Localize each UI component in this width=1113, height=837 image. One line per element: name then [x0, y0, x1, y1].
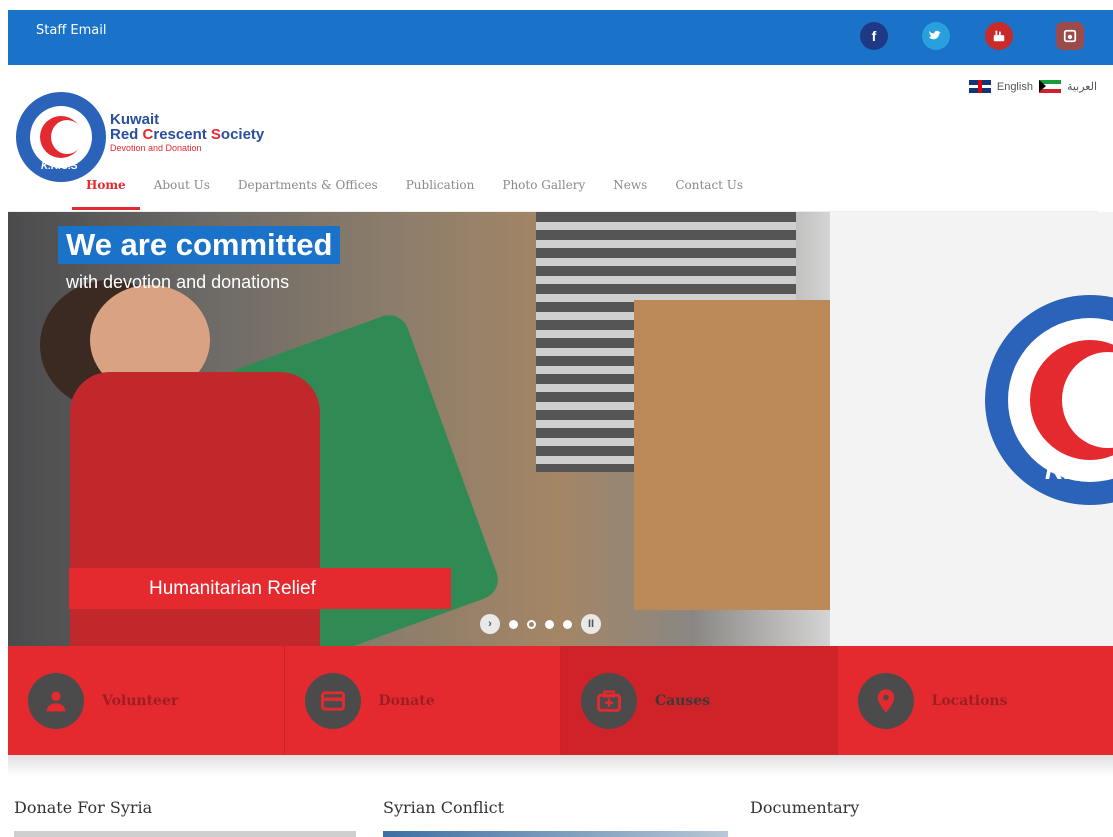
feature-causes[interactable]: Causes [561, 646, 838, 755]
kuwait-flag-icon[interactable] [1038, 80, 1061, 93]
feature-locations-label: Locations [931, 692, 1008, 709]
hero-title: We are committed [58, 226, 341, 264]
top-bar: Staff Email f [8, 10, 1113, 65]
logo-inner [30, 106, 92, 168]
nav-home[interactable]: Home [72, 176, 140, 212]
feature-donate[interactable]: Donate [285, 646, 561, 755]
nav-about-us[interactable]: About Us [140, 176, 224, 212]
slider-controls: › II [480, 614, 601, 634]
youtube-icon[interactable] [985, 22, 1013, 50]
staff-email-link[interactable]: Staff Email [36, 23, 106, 38]
section-syrian-conflict[interactable]: Syrian Conflict [383, 798, 504, 817]
hero-caption-badge[interactable]: Humanitarian Relief [69, 568, 451, 609]
language-switcher: English العربية [968, 80, 1097, 93]
feature-locations[interactable]: Locations [838, 646, 1113, 755]
feature-volunteer-label: Volunteer [102, 692, 179, 709]
logo-line-2: Red Crescent Society [110, 126, 265, 143]
feature-volunteer[interactable]: Volunteer [8, 646, 285, 755]
nav-photo-gallery[interactable]: Photo Gallery [488, 176, 599, 212]
hero-crescent-icon [1030, 340, 1113, 460]
twitter-icon[interactable] [922, 22, 950, 50]
crescent-icon [40, 116, 83, 158]
logo-wordmark[interactable]: Kuwait Red Crescent Society Devotion and… [110, 112, 264, 154]
band-shadow [8, 755, 1113, 777]
syrian-conflict-thumbnail[interactable] [383, 831, 728, 837]
main-nav: Home About Us Departments & Offices Publ… [72, 176, 757, 212]
hero-emblem-text: K.R. [1045, 455, 1097, 485]
english-link[interactable]: English [997, 81, 1033, 93]
nav-contact-us[interactable]: Contact Us [661, 176, 757, 212]
location-icon [857, 672, 914, 729]
nav-news[interactable]: News [599, 176, 661, 212]
section-documentary[interactable]: Documentary [750, 798, 859, 817]
feature-donate-label: Donate [378, 692, 435, 709]
section-donate-for-syria[interactable]: Donate For Syria [14, 798, 152, 817]
slider-next-icon[interactable]: › [480, 614, 500, 634]
causes-icon [581, 672, 637, 729]
slider-dot-2[interactable] [527, 619, 536, 629]
volunteer-icon [28, 672, 84, 729]
logo-line-1: Kuwait [110, 111, 160, 128]
hero-photo-box [634, 300, 849, 610]
slider-pause-icon[interactable]: II [581, 614, 601, 634]
uk-flag-icon[interactable] [968, 80, 991, 93]
feature-band: Volunteer Donate Causes Locations [8, 646, 1113, 755]
nav-publication[interactable]: Publication [392, 176, 489, 212]
logo-badge-text: K.R.C.S [41, 161, 78, 172]
donate-for-syria-thumbnail[interactable] [14, 831, 356, 837]
instagram-icon[interactable] [1056, 22, 1084, 50]
slider-dot-3[interactable] [545, 619, 554, 629]
arabic-link[interactable]: العربية [1067, 80, 1097, 93]
facebook-glyph: f [871, 28, 877, 44]
slider-dot-1[interactable] [509, 619, 518, 629]
hero-subtitle: with devotion and donations [66, 272, 290, 292]
slider-dot-4[interactable] [563, 619, 572, 629]
feature-causes-label: Causes [655, 692, 711, 709]
krcs-logo[interactable]: K.R.C.S [16, 92, 106, 182]
facebook-icon[interactable]: f [860, 22, 888, 50]
nav-departments-offices[interactable]: Departments & Offices [224, 176, 392, 212]
donate-icon [304, 672, 361, 729]
logo-tagline: Devotion and Donation [110, 143, 202, 153]
